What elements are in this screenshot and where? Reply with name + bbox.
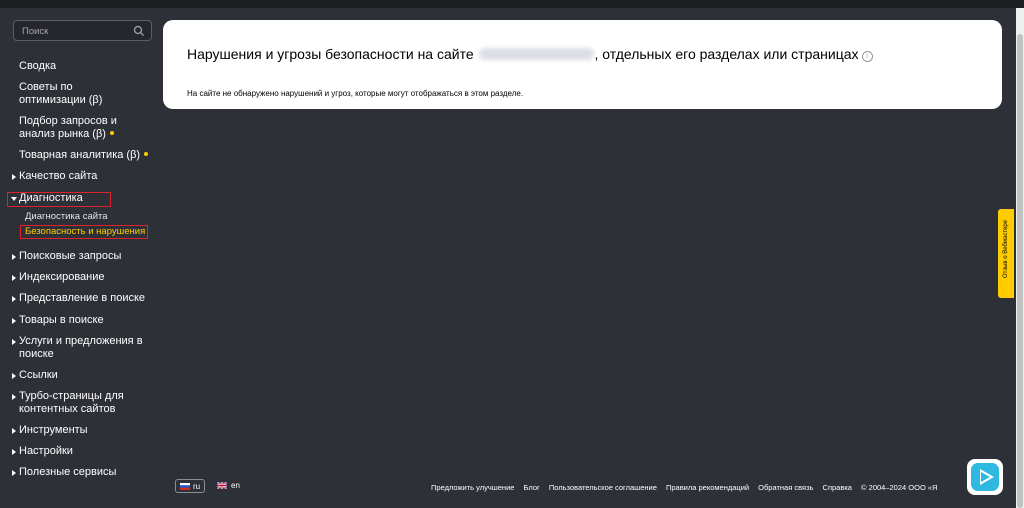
feedback-tab-label: Отзыв о Вебмастере	[1003, 219, 1009, 279]
nav-item-links[interactable]: Ссылки	[12, 369, 159, 382]
new-indicator-dot	[144, 152, 149, 156]
highlight-box-diagnostics	[7, 192, 111, 207]
nav-item-search-appearance[interactable]: Представление в поиске	[12, 292, 159, 305]
nav-item-products-in-search[interactable]: Товары в поиске	[12, 314, 159, 327]
nav-item-search-queries[interactable]: Поисковые запросы	[12, 250, 159, 263]
page-title: Нарушения и угрозы безопасности на сайте…	[187, 46, 873, 62]
status-message: На сайте не обнаружено нарушений и угроз…	[187, 89, 524, 98]
search-input[interactable]	[20, 23, 134, 40]
nav-item-settings[interactable]: Настройки	[12, 445, 159, 458]
expand-arrow-icon	[12, 394, 16, 400]
top-bar	[0, 0, 1024, 8]
footer-link-help[interactable]: Справка	[823, 483, 852, 492]
nav-item-site-quality[interactable]: Качество сайта	[12, 170, 159, 183]
footer-link-suggest[interactable]: Предложить улучшение	[431, 483, 514, 492]
expand-arrow-icon	[12, 174, 16, 180]
footer-links: Предложить улучшение Блог Пользовательск…	[431, 483, 944, 492]
chat-assistant-button[interactable]	[967, 459, 1003, 495]
expand-arrow-icon	[12, 470, 16, 476]
russia-flag-icon	[180, 483, 190, 490]
footer-link-blog[interactable]: Блог	[524, 483, 540, 492]
search-icon[interactable]	[133, 25, 145, 37]
scrollbar-thumb[interactable]	[1017, 34, 1023, 508]
nav-item-tools[interactable]: Инструменты	[12, 424, 159, 437]
play-chat-icon	[971, 463, 999, 491]
search-box[interactable]	[13, 20, 152, 41]
lang-ru-button[interactable]: ru	[175, 479, 205, 493]
info-icon[interactable]: i	[861, 51, 873, 62]
nav-item-summary[interactable]: Сводка	[19, 60, 159, 73]
expand-arrow-icon	[12, 254, 16, 260]
nav-item-optimization-tips[interactable]: Советы по оптимизации (β)	[19, 81, 119, 107]
nav-item-indexing[interactable]: Индексирование	[12, 271, 159, 284]
nav-item-useful-services[interactable]: Полезные сервисы	[12, 466, 159, 479]
expand-arrow-icon	[12, 318, 16, 324]
nav-item-turbo-pages[interactable]: Турбо-страницы для контентных сайтов	[12, 390, 139, 416]
footer-link-feedback[interactable]: Обратная связь	[758, 483, 813, 492]
footer-link-user-agreement[interactable]: Пользовательское соглашение	[549, 483, 657, 492]
new-indicator-dot	[109, 131, 114, 135]
page-scrollbar[interactable]	[1016, 8, 1024, 508]
nav-item-query-selection[interactable]: Подбор запросов и анализ рынка (β)	[19, 115, 129, 141]
nav-item-services-in-search[interactable]: Услуги и предложения в поиске	[12, 335, 149, 361]
highlight-box-security	[20, 225, 148, 239]
security-card: Нарушения и угрозы безопасности на сайте…	[163, 20, 1002, 109]
blurred-site-url	[478, 48, 594, 60]
expand-arrow-icon	[12, 296, 16, 302]
nav-item-product-analytics[interactable]: Товарная аналитика (β)	[19, 149, 159, 162]
lang-en-button[interactable]: en	[216, 479, 246, 493]
footer-link-recommendation-rules[interactable]: Правила рекомендаций	[666, 483, 749, 492]
nav-subitem-site-diagnostics[interactable]: Диагностика сайта	[25, 211, 108, 222]
expand-arrow-icon	[12, 339, 16, 345]
uk-flag-icon	[217, 482, 227, 489]
expand-arrow-icon	[12, 373, 16, 379]
expand-arrow-icon	[12, 449, 16, 455]
footer-copyright: © 2004–2024 ООО «Я	[861, 483, 938, 492]
expand-arrow-icon	[12, 275, 16, 281]
expand-arrow-icon	[12, 428, 16, 434]
feedback-tab[interactable]: Отзыв о Вебмастере	[998, 209, 1014, 298]
